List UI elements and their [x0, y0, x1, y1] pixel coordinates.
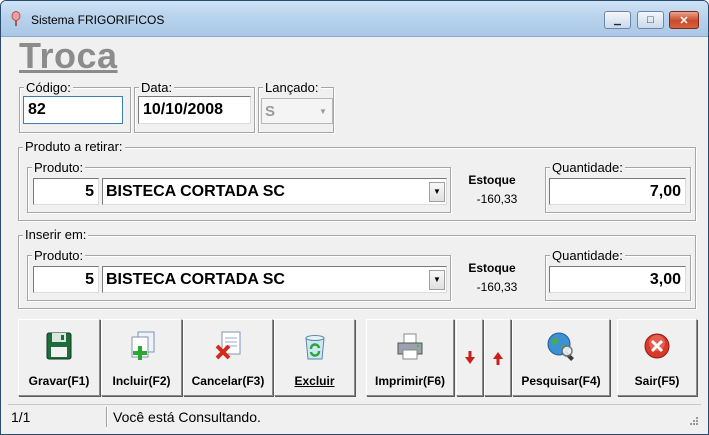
status-bar: 1/1 Você está Consultando.: [8, 404, 701, 428]
cancel-document-icon: [215, 331, 241, 360]
inserir-produto-codigo[interactable]: 5: [33, 266, 99, 293]
lancado-value: S: [265, 102, 276, 120]
imprimir-label: Imprimir(F6): [374, 374, 445, 388]
printer-icon: [397, 333, 423, 360]
lancado-label: Lançado:: [263, 80, 321, 95]
inserir-estoque-value: -160,33: [476, 280, 518, 294]
inserir-estoque-label: Estoque: [468, 261, 516, 275]
chevron-down-icon[interactable]: ▼: [429, 181, 445, 202]
floppy-save-icon: [46, 332, 72, 360]
retirar-estoque-label: Estoque: [468, 173, 516, 187]
retirar-quantidade-label: Quantidade:: [550, 160, 625, 175]
incluir-button[interactable]: Incluir(F2): [101, 319, 182, 396]
main-window: Sistema FRIGORIFICOS ▁ □ ✕ Troca Código:…: [0, 0, 709, 435]
retirar-quantidade-field[interactable]: 7,00: [549, 178, 686, 205]
previous-record-button[interactable]: [484, 319, 511, 396]
data-field[interactable]: 10/10/2008: [138, 96, 251, 124]
inserir-produto-select[interactable]: BISTECA CORTADA SC ▼: [102, 266, 447, 293]
close-button[interactable]: ✕: [669, 11, 699, 29]
retirar-produto-label: Produto:: [32, 160, 86, 175]
pesquisar-button[interactable]: Pesquisar(F4): [512, 319, 610, 396]
inserir-quantidade-label: Quantidade:: [550, 248, 625, 263]
minimize-icon: ▁: [614, 14, 621, 25]
cancelar-button[interactable]: Cancelar(F3): [183, 319, 273, 396]
arrow-up-icon: [492, 351, 503, 365]
exit-icon: [644, 333, 670, 359]
codigo-field[interactable]: 82: [23, 96, 123, 124]
status-message: Você está Consultando.: [113, 409, 261, 425]
gravar-label: Gravar(F1): [28, 374, 90, 388]
incluir-label: Incluir(F2): [112, 374, 171, 388]
record-counter: 1/1: [11, 409, 31, 425]
cancelar-label: Cancelar(F3): [191, 374, 265, 388]
add-document-icon: [131, 331, 154, 360]
retirar-produto-nome: BISTECA CORTADA SC: [106, 182, 285, 200]
title-bar[interactable]: Sistema FRIGORIFICOS ▁ □ ✕: [1, 1, 708, 37]
lancado-select[interactable]: S ▼: [261, 98, 333, 124]
retirar-group-label: Produto a retirar:: [23, 139, 125, 154]
form-client-area: Troca Código: 82 Data: 10/10/2008 Lançad…: [8, 35, 701, 428]
window-title: Sistema FRIGORIFICOS: [31, 13, 165, 27]
next-record-button[interactable]: [456, 319, 483, 396]
codigo-label: Código:: [24, 80, 73, 95]
imprimir-button[interactable]: Imprimir(F6): [366, 319, 454, 396]
status-separator: [106, 407, 107, 427]
chevron-down-icon: ▼: [319, 106, 327, 116]
resize-grip-icon[interactable]: [689, 416, 699, 426]
retirar-estoque-value: -160,33: [476, 192, 518, 206]
data-label: Data:: [139, 80, 175, 95]
minimize-button[interactable]: ▁: [604, 11, 631, 29]
chevron-down-icon[interactable]: ▼: [429, 269, 445, 290]
excluir-label-text: Excluir: [294, 374, 335, 388]
close-icon: ✕: [679, 14, 689, 27]
sair-label: Sair(F5): [634, 374, 680, 388]
sair-button[interactable]: Sair(F5): [617, 319, 697, 396]
form-title: Troca: [19, 35, 118, 76]
retirar-produto-select[interactable]: BISTECA CORTADA SC ▼: [102, 178, 447, 205]
inserir-produto-nome: BISTECA CORTADA SC: [106, 270, 285, 288]
maximize-icon: □: [647, 14, 654, 26]
excluir-button[interactable]: Excluir: [274, 319, 355, 396]
maximize-button[interactable]: □: [637, 11, 664, 29]
inserir-produto-label: Produto:: [32, 248, 86, 263]
recycle-bin-icon: [304, 335, 325, 360]
globe-search-icon: [547, 332, 574, 361]
arrow-down-icon: [464, 350, 475, 364]
excluir-label: Excluir: [294, 374, 334, 388]
pesquisar-label: Pesquisar(F4): [521, 374, 601, 388]
app-icon: [11, 11, 21, 26]
inserir-quantidade-field[interactable]: 3,00: [549, 266, 686, 293]
inserir-group-label: Inserir em:: [23, 227, 89, 242]
retirar-produto-codigo[interactable]: 5: [33, 178, 99, 205]
gravar-button[interactable]: Gravar(F1): [18, 319, 100, 396]
